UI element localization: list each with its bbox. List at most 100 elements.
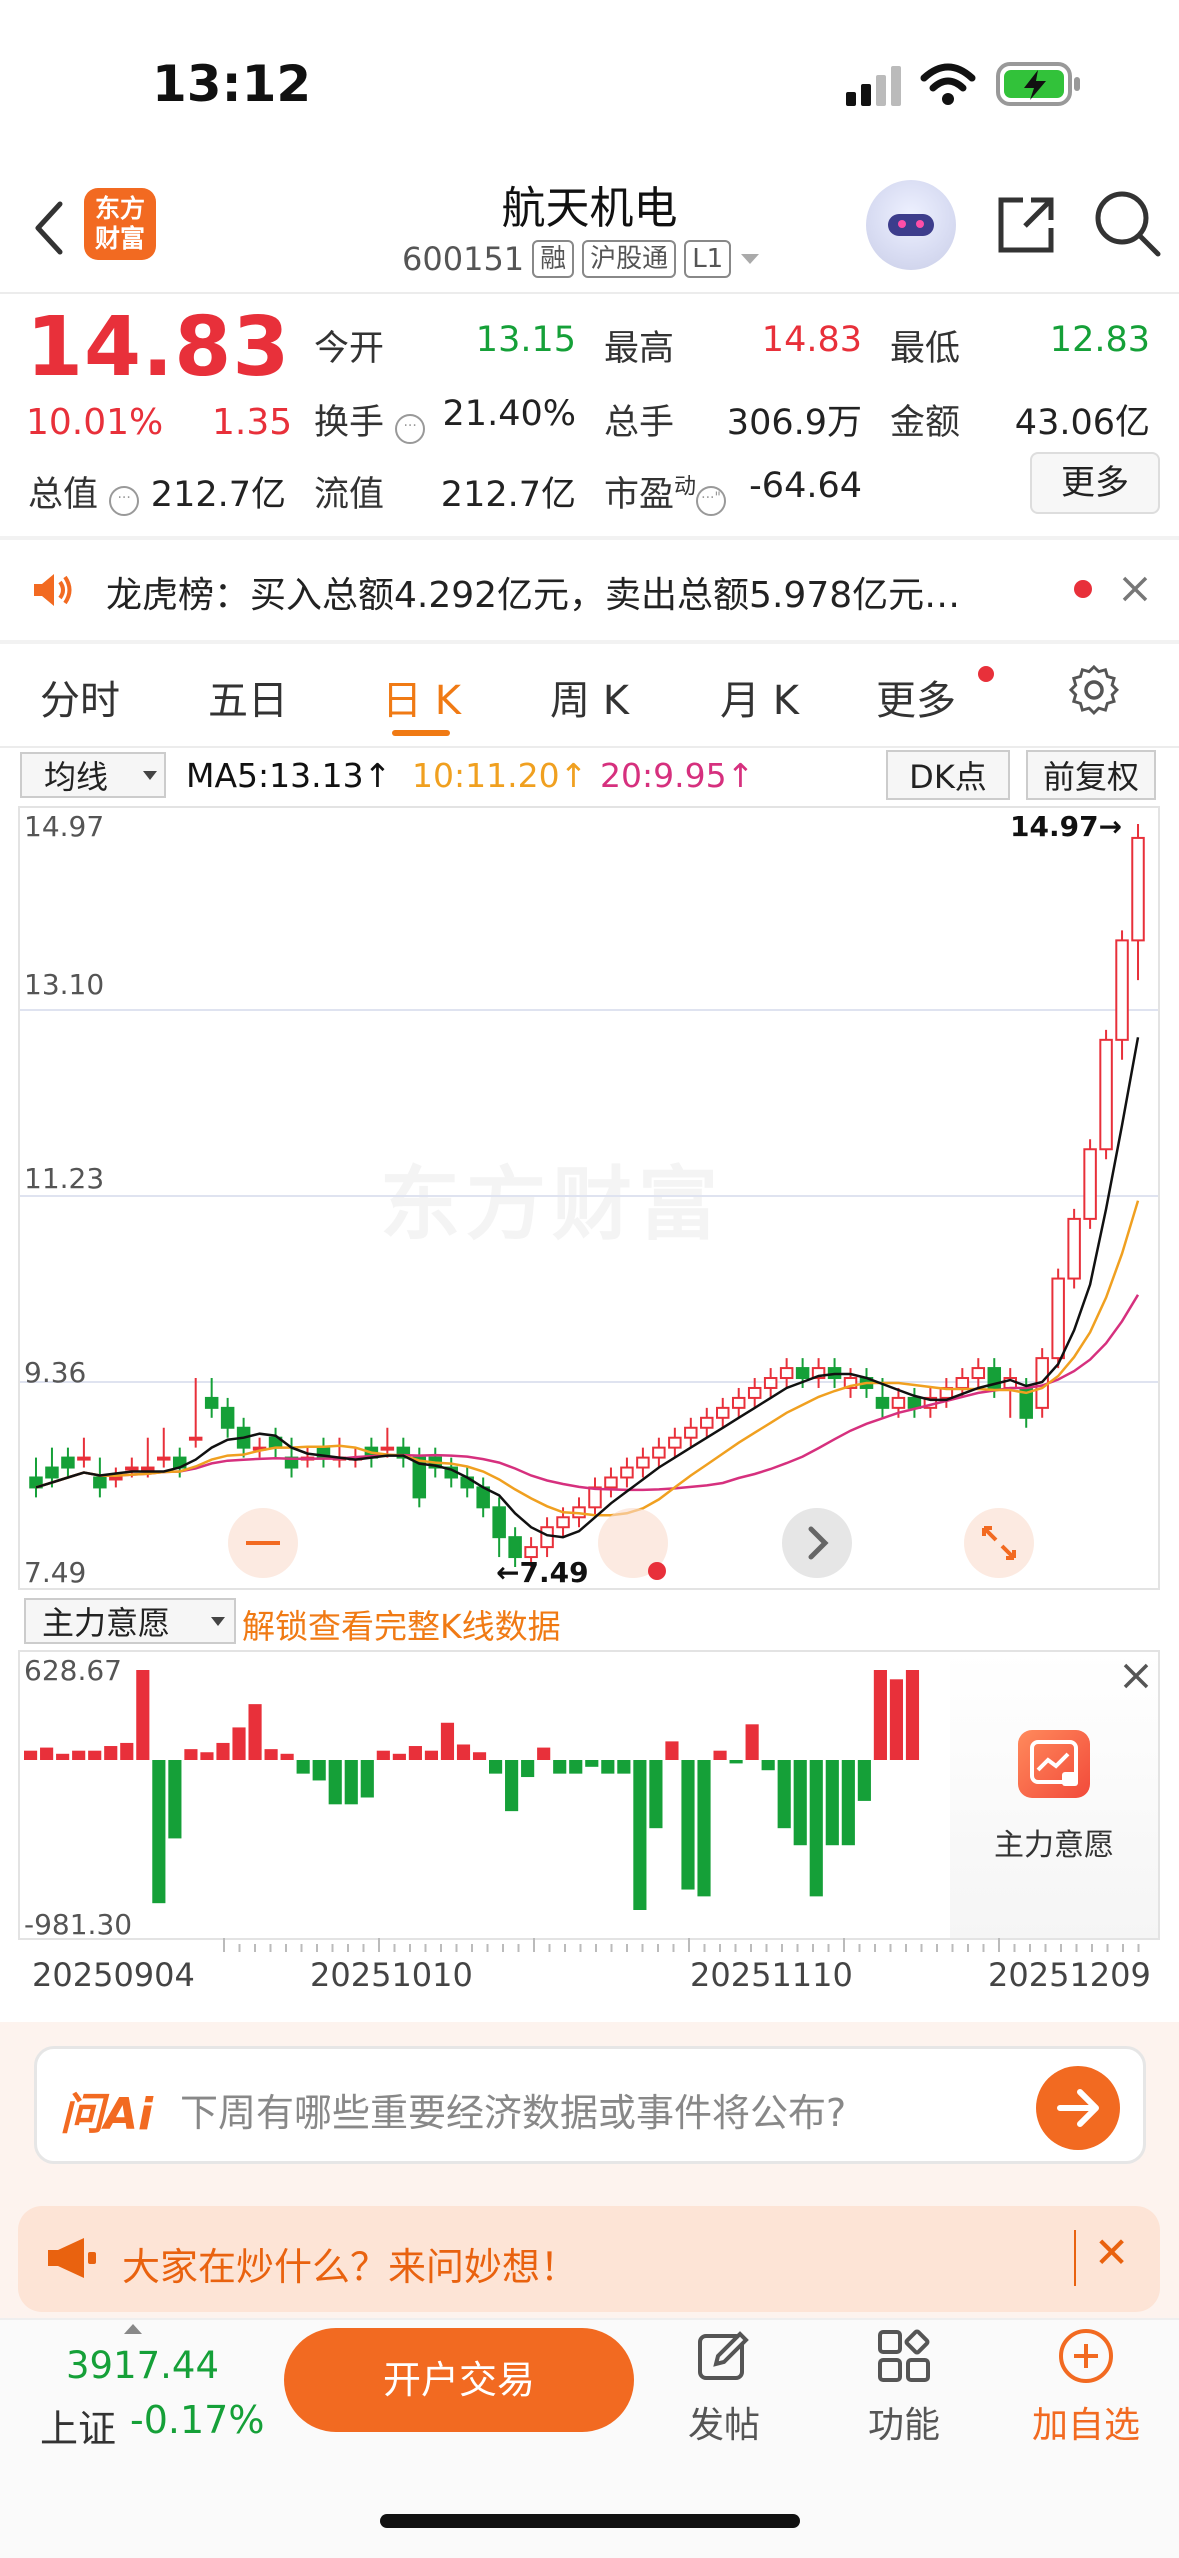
tab-indicator (392, 730, 450, 736)
flow-bar (745, 1724, 759, 1760)
flow-bar (472, 1752, 487, 1760)
candle-body (157, 1456, 171, 1461)
candle-body (604, 1476, 618, 1489)
candle-body (716, 1406, 730, 1419)
low-value: 12.83 (1049, 320, 1150, 360)
stock-code-row[interactable]: 600151 融 沪股通 L1 (402, 240, 761, 278)
flow-bar (104, 1746, 118, 1760)
share-icon[interactable] (993, 192, 1059, 258)
flow-bar (569, 1760, 583, 1774)
expand-icon (982, 1526, 1016, 1560)
more-button[interactable]: 更多 (1030, 452, 1160, 514)
ma10-value: 10:11.20↑ (412, 756, 588, 795)
flow-bar (617, 1760, 631, 1774)
flow-bar (120, 1742, 134, 1760)
flow-bar (456, 1744, 471, 1760)
flow-bar (857, 1760, 871, 1801)
tag-connect: 沪股通 (582, 240, 677, 278)
promo-text[interactable]: 大家在炒什么？来问妙想！ (122, 2236, 578, 2291)
float-label: 流值 (314, 475, 385, 515)
tab-weekly-k[interactable]: 周 K (550, 668, 629, 726)
notice-text[interactable]: 龙虎榜：买入总额4.292亿元，卖出总额5.978亿元… (106, 566, 960, 618)
candle-body (875, 1396, 890, 1409)
flow-side-label: 主力意愿 (994, 1828, 1114, 1863)
dk-point-button[interactable]: DK点 (886, 750, 1010, 800)
change-amount: 1.35 (212, 402, 293, 443)
functions-button[interactable]: 功能 (844, 2396, 964, 2448)
y-label-2: 13.10 (24, 968, 105, 1001)
ai-submit-button[interactable] (1036, 2066, 1120, 2150)
ma5-line (35, 1037, 1140, 1539)
flow-bar (72, 1750, 86, 1760)
volume-label: 总手 (604, 403, 675, 443)
open-label: 今开 (314, 329, 385, 369)
tab-more[interactable]: 更多 (876, 668, 956, 726)
candle-body (204, 1396, 219, 1409)
kline-chart[interactable] (20, 808, 1158, 1588)
close-icon[interactable] (1120, 574, 1150, 604)
indicator-selector[interactable]: 主力意愿 (24, 1598, 236, 1644)
y-label-max: 14.97 (24, 810, 105, 843)
close-icon[interactable]: ✕ (1094, 2228, 1129, 2277)
flow-bar (248, 1704, 262, 1760)
post-button[interactable]: 发帖 (664, 2396, 784, 2448)
change-percent: 10.01% (26, 402, 164, 443)
flow-bar (585, 1760, 599, 1767)
add-watchlist-button[interactable]: 加自选 (1020, 2396, 1152, 2448)
flow-chart[interactable] (20, 1652, 950, 1938)
flow-bar (873, 1670, 887, 1760)
close-icon[interactable] (1122, 1662, 1150, 1690)
info-icon[interactable]: ···" (696, 486, 727, 516)
chart-lock-icon[interactable] (1018, 1730, 1090, 1798)
tab-monthly-k[interactable]: 月 K (720, 668, 799, 726)
low-marker: ←7.49 (496, 1556, 589, 1589)
tab-intraday[interactable]: 分时 (40, 668, 120, 726)
flow-bar (681, 1760, 695, 1890)
search-icon[interactable] (1092, 188, 1162, 258)
index-name[interactable]: 上证 (40, 2398, 116, 2453)
flow-bar (312, 1760, 326, 1781)
flow-bar (665, 1741, 679, 1760)
y-label-3: 11.23 (24, 1162, 105, 1195)
candle-body (540, 1526, 554, 1549)
zoom-out-button[interactable] (228, 1508, 298, 1578)
unlock-link[interactable]: 解锁查看完整K线数据 (242, 1600, 561, 1648)
flow-bar (392, 1753, 406, 1760)
flow-bar (376, 1750, 390, 1760)
candle-body (188, 1436, 203, 1441)
tab-five-day[interactable]: 五日 (208, 668, 288, 726)
candle-body (1067, 1217, 1081, 1280)
ai-assistant-icon[interactable] (866, 180, 956, 270)
date-label-2: 20251010 (310, 1956, 473, 1994)
open-account-button[interactable]: 开户交易 (284, 2328, 634, 2432)
candle-body (620, 1466, 634, 1479)
index-value[interactable]: 3917.44 (66, 2344, 219, 2387)
tab-daily-k[interactable]: 日 K (382, 668, 461, 726)
gear-icon[interactable] (1068, 664, 1120, 716)
add-icon[interactable] (1056, 2326, 1116, 2386)
flow-bar (152, 1760, 166, 1904)
flow-bar (296, 1760, 310, 1774)
flow-bar (537, 1747, 551, 1760)
candle-body (508, 1536, 522, 1559)
date-label-4: 20251209 (988, 1956, 1151, 1994)
flow-bar (809, 1760, 823, 1897)
info-icon[interactable]: ··· (109, 486, 140, 516)
adjust-button[interactable]: 前复权 (1026, 750, 1156, 800)
pe-value: -64.64 (749, 466, 862, 506)
amount-value: 43.06亿 (1014, 403, 1150, 443)
flow-bar (200, 1752, 214, 1760)
edit-icon[interactable] (694, 2326, 754, 2386)
scroll-right-button[interactable] (782, 1508, 852, 1578)
apps-icon[interactable] (874, 2326, 934, 2386)
flow-bar (633, 1760, 647, 1910)
index-change[interactable]: -0.17% (130, 2398, 264, 2442)
flow-bar (697, 1760, 711, 1897)
ai-question-input[interactable]: 下周有哪些重要经济数据或事件将公布? (180, 2082, 846, 2137)
flow-bar (521, 1760, 535, 1778)
candle-body (907, 1396, 922, 1409)
tag-level: L1 (684, 240, 732, 278)
flow-bar (489, 1760, 503, 1774)
fullscreen-button[interactable] (964, 1508, 1034, 1578)
candle-body (77, 1456, 91, 1461)
